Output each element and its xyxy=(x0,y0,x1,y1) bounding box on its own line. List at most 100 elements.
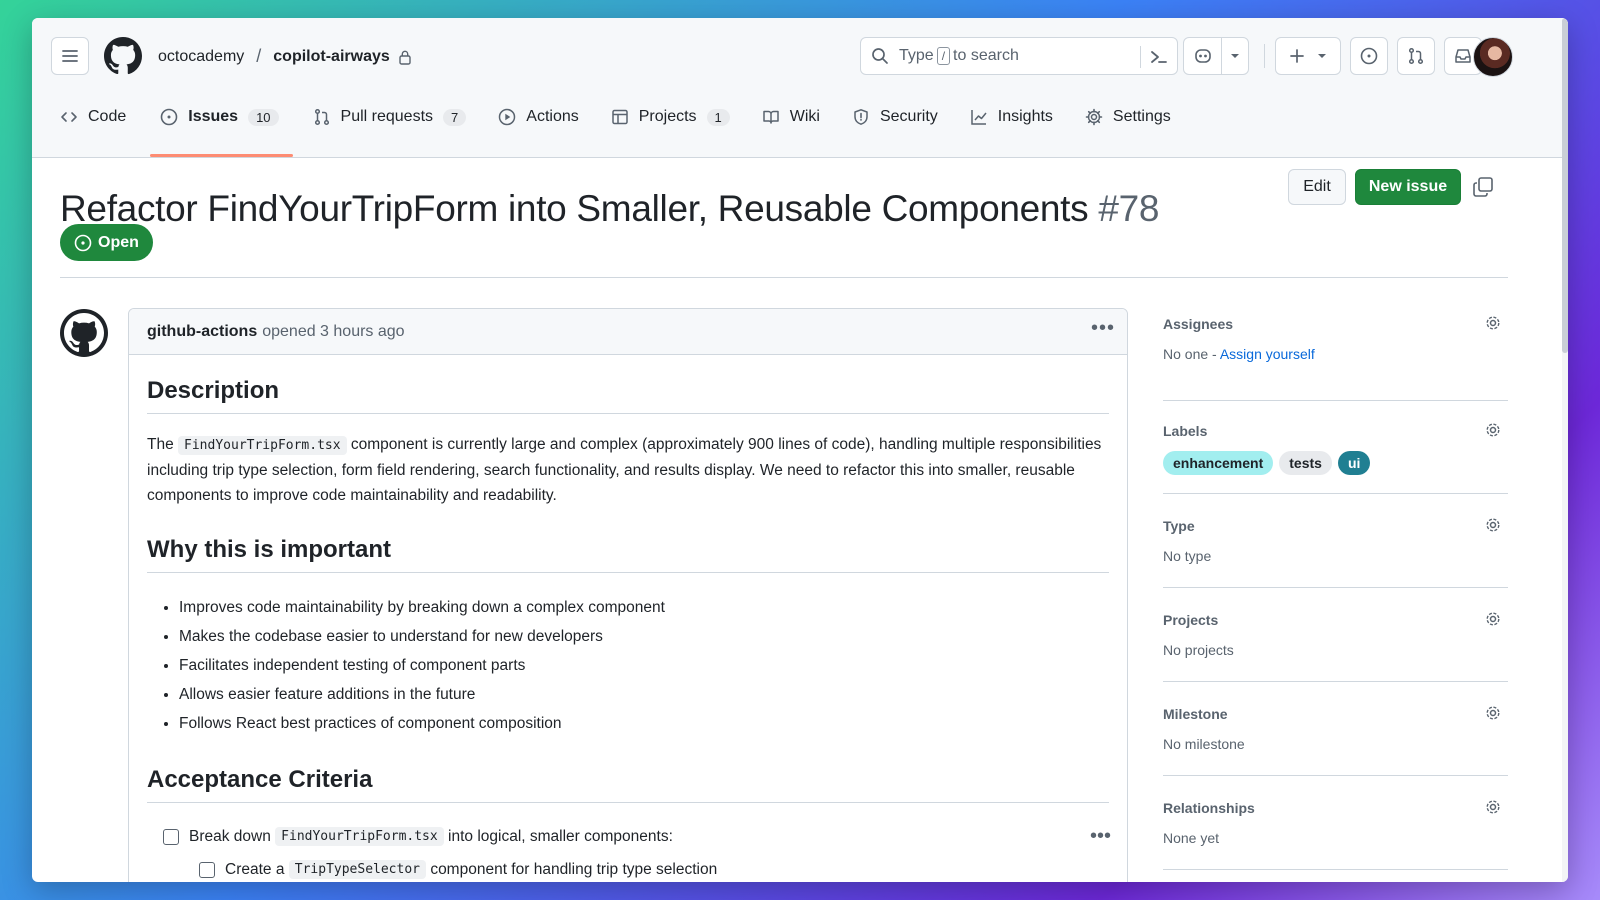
assign-yourself-link[interactable]: Assign yourself xyxy=(1220,346,1315,362)
code-icon xyxy=(61,112,77,122)
gear-icon[interactable] xyxy=(1484,516,1502,534)
tab-wiki[interactable]: Wiki xyxy=(762,102,836,132)
list-item: Improves code maintainability by breakin… xyxy=(179,593,1109,622)
milestone-section: Milestone No milestone xyxy=(1163,682,1508,776)
tab-label: Wiki xyxy=(789,108,820,125)
tab-security[interactable]: Security xyxy=(852,102,954,132)
copilot-button[interactable] xyxy=(1183,37,1249,75)
issue-icon xyxy=(1360,47,1378,65)
tab-issues[interactable]: Issues 10 xyxy=(150,102,294,157)
chevron-down-icon xyxy=(1318,54,1326,58)
gear-icon[interactable] xyxy=(1484,610,1502,628)
pull-requests-count-badge: 7 xyxy=(443,108,467,126)
scrollbar-thumb[interactable] xyxy=(1562,18,1568,353)
tab-label: Pull requests xyxy=(340,108,434,125)
gear-icon[interactable] xyxy=(1484,798,1502,816)
gear-icon[interactable] xyxy=(1484,314,1502,332)
assignees-value: No one - Assign yourself xyxy=(1163,346,1508,362)
inline-code: FindYourTripForm.tsx xyxy=(275,827,444,846)
pull-requests-button[interactable] xyxy=(1397,37,1435,75)
tab-actions[interactable]: Actions xyxy=(498,102,594,132)
comment-author-link[interactable]: github-actions xyxy=(147,323,257,341)
relationships-section: Relationships None yet xyxy=(1163,776,1508,870)
label-ui[interactable]: ui xyxy=(1337,451,1371,475)
header-divider xyxy=(1264,44,1265,68)
tab-insights[interactable]: Insights xyxy=(970,102,1069,132)
copy-icon[interactable] xyxy=(1472,176,1494,198)
milestone-title: Milestone xyxy=(1163,706,1228,722)
breadcrumb-separator: / xyxy=(256,46,262,66)
tab-label: Issues xyxy=(188,108,239,125)
search-shortcut-key: / xyxy=(936,47,951,65)
tab-pull-requests[interactable]: Pull requests 7 xyxy=(313,102,483,132)
issue-icon xyxy=(160,108,178,126)
labels-list: enhancement tests ui xyxy=(1163,451,1508,475)
global-header: octocademy / copilot-airways Type / to s… xyxy=(32,18,1568,158)
comment-header: github-actions opened 3 hours ago ••• xyxy=(129,309,1127,355)
play-icon xyxy=(499,108,516,126)
tab-code[interactable]: Code xyxy=(60,102,142,132)
divider xyxy=(60,277,1508,278)
gear-icon xyxy=(1085,108,1103,126)
pull-request-icon xyxy=(1408,47,1424,65)
task-text: Create a xyxy=(225,860,285,878)
type-section: Type No type xyxy=(1163,494,1508,588)
task-text: Break down xyxy=(189,827,271,845)
github-logo-icon[interactable] xyxy=(104,37,142,75)
tab-label: Projects xyxy=(638,108,697,125)
repo-name-link[interactable]: copilot-airways xyxy=(273,48,389,66)
assignees-title: Assignees xyxy=(1163,316,1234,332)
user-avatar[interactable] xyxy=(1473,37,1513,77)
comment-options-icon[interactable]: ••• xyxy=(1091,317,1115,340)
task-checkbox[interactable] xyxy=(163,828,179,845)
task-checkbox[interactable] xyxy=(199,861,215,878)
issue-title-text: Refactor FindYourTripForm into Smaller, … xyxy=(60,188,1089,229)
table-icon xyxy=(611,109,628,125)
list-item: Follows React best practices of componen… xyxy=(179,709,1109,738)
search-input[interactable]: Type / to search xyxy=(860,37,1178,75)
scrollbar[interactable] xyxy=(1562,18,1568,882)
tab-projects[interactable]: Projects 1 xyxy=(611,102,746,132)
type-title: Type xyxy=(1163,518,1195,534)
comment-body: Description The FindYourTripForm.tsx com… xyxy=(129,377,1127,879)
command-palette-icon[interactable] xyxy=(1149,47,1169,67)
new-issue-button[interactable]: New issue xyxy=(1355,169,1461,205)
inbox-icon xyxy=(1455,49,1471,63)
issues-count-badge: 10 xyxy=(248,108,279,126)
issues-button[interactable] xyxy=(1350,37,1388,75)
edit-button[interactable]: Edit xyxy=(1288,169,1346,205)
shield-icon xyxy=(854,109,868,125)
repo-owner-link[interactable]: octocademy xyxy=(158,48,244,66)
repo-nav-tabs: Code Issues 10 Pull requests 7 Actions P… xyxy=(60,102,1191,158)
label-enhancement[interactable]: enhancement xyxy=(1163,451,1274,475)
status-badge: Open xyxy=(60,224,153,261)
projects-value: No projects xyxy=(1163,642,1234,658)
task-list-subitem: Create a TripTypeSelector component for … xyxy=(199,860,1109,879)
chevron-down-icon[interactable] xyxy=(1230,53,1240,59)
tab-settings[interactable]: Settings xyxy=(1085,102,1187,132)
task-text: into logical, smaller components: xyxy=(448,827,673,845)
menu-button[interactable] xyxy=(51,37,89,75)
copilot-divider xyxy=(1220,38,1222,74)
issue-title: Refactor FindYourTripForm into Smaller, … xyxy=(60,188,1160,230)
tab-label: Security xyxy=(879,108,938,125)
create-new-button[interactable] xyxy=(1275,37,1341,75)
author-avatar[interactable] xyxy=(60,309,108,357)
book-icon xyxy=(763,110,779,124)
labels-title: Labels xyxy=(1163,423,1208,439)
task-options-icon[interactable]: ••• xyxy=(1090,825,1111,848)
task-text: component for handling trip type selecti… xyxy=(430,860,718,878)
assignees-section: Assignees No one - Assign yourself xyxy=(1163,308,1508,401)
labels-section: Labels enhancement tests ui xyxy=(1163,401,1508,494)
list-item: Allows easier feature additions in the f… xyxy=(179,680,1109,709)
description-heading: Description xyxy=(147,377,1109,414)
lock-icon xyxy=(399,50,411,65)
gear-icon[interactable] xyxy=(1484,704,1502,722)
pull-request-icon xyxy=(314,108,329,126)
label-tests[interactable]: tests xyxy=(1279,451,1332,475)
gear-icon[interactable] xyxy=(1484,421,1502,439)
comment-meta: opened 3 hours ago xyxy=(262,322,405,340)
list-item: Makes the codebase easier to understand … xyxy=(179,622,1109,651)
projects-count-badge: 1 xyxy=(706,108,730,126)
tab-label: Code xyxy=(88,108,127,125)
